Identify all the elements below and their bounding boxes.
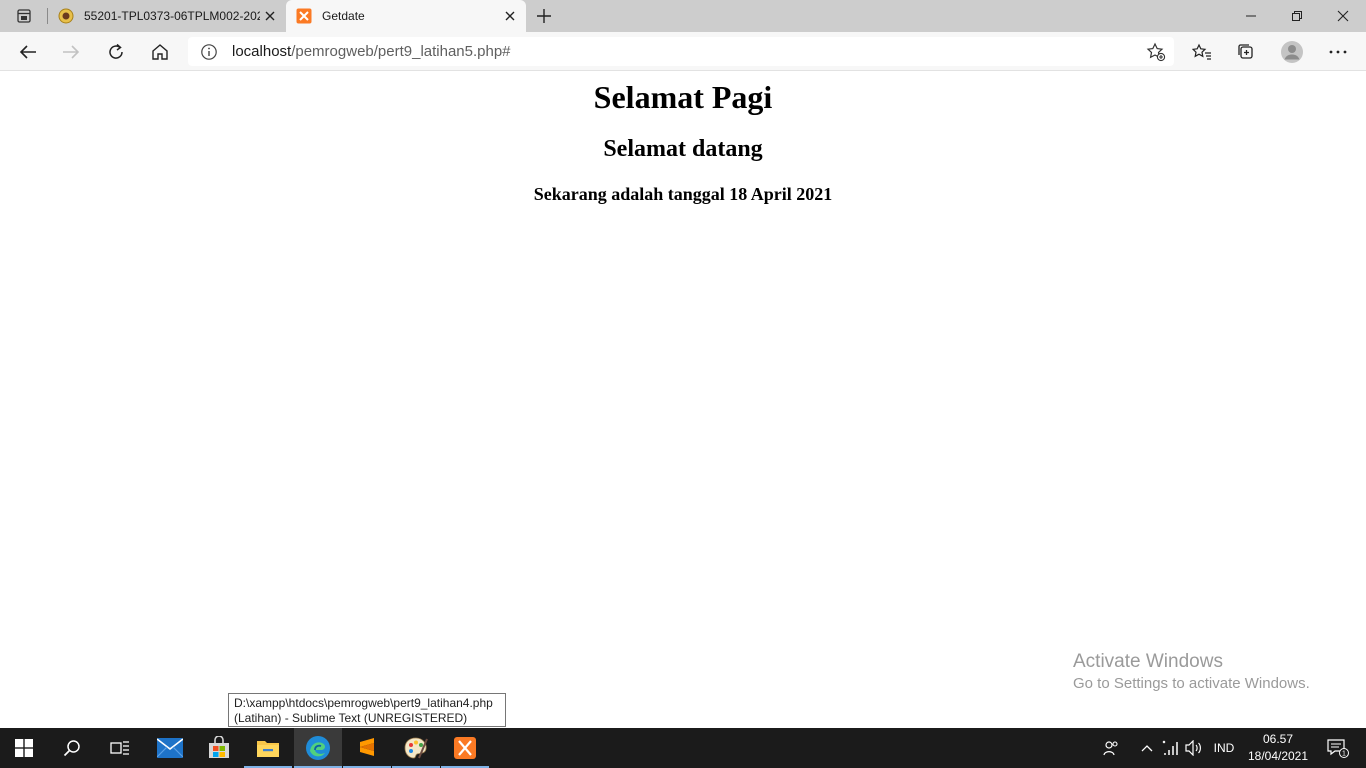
home-button[interactable] [144,36,176,68]
date-heading: Sekarang adalah tanggal 18 April 2021 [533,184,833,204]
clock[interactable]: 06.57 18/04/2021 [1240,731,1316,765]
back-button[interactable] [12,36,44,68]
tab-strip: 55201-TPL0373-06TPLM002-2021 Getdate [0,0,1366,32]
people-icon[interactable] [1099,728,1123,768]
notification-center-icon[interactable]: 1 [1318,728,1358,768]
clock-date: 18/04/2021 [1247,749,1309,763]
taskbar-tooltip: D:\xampp\htdocs\pemrogweb\pert9_latihan4… [228,693,506,727]
tooltip-line-2: (Latihan) - Sublime Text (UNREGISTERED) [234,711,468,725]
search-icon[interactable] [48,728,96,768]
mail-icon[interactable] [146,728,194,768]
close-icon[interactable] [500,6,520,26]
chevron-up-icon[interactable] [1138,728,1156,768]
refresh-button[interactable] [100,36,132,68]
forward-button[interactable] [55,36,87,68]
start-button[interactable] [0,728,48,768]
profile-avatar[interactable] [1276,36,1308,68]
favorites-icon[interactable] [1186,36,1218,68]
welcome-heading: Selamat datang [603,136,763,162]
close-window-button[interactable] [1320,0,1366,32]
sublime-text-icon[interactable] [343,728,391,768]
xampp-icon [296,8,312,24]
more-options-icon[interactable] [1322,36,1354,68]
volume-icon[interactable] [1184,728,1204,768]
page-content: Selamat Pagi Selamat datang Sekarang ada… [0,71,1366,728]
browser-toolbar: localhost/pemrogweb/pert9_latihan5.php# [0,32,1366,71]
paint-icon[interactable] [392,728,440,768]
greeting-heading: Selamat Pagi [593,79,773,115]
store-icon[interactable] [195,728,243,768]
tab-course[interactable]: 55201-TPL0373-06TPLM002-2021 [48,0,286,32]
network-icon[interactable] [1160,728,1180,768]
url-path: /pemrogweb/pert9_latihan5.php# [291,43,511,60]
file-explorer-icon[interactable] [244,728,292,768]
new-tab-button[interactable] [533,5,555,27]
watermark-subtitle: Go to Settings to activate Windows. [1073,675,1310,692]
add-favorite-icon[interactable] [1146,42,1166,62]
edge-icon[interactable] [294,728,342,768]
windows-logo-icon [15,739,33,757]
watermark-title: Activate Windows [1073,651,1223,672]
notification-count: 1 [1342,751,1346,758]
tooltip-line-1: D:\xampp\htdocs\pemrogweb\pert9_latihan4… [234,696,493,710]
taskbar: IND 06.57 18/04/2021 1 [0,728,1366,768]
restore-button[interactable] [1274,0,1320,32]
url-text[interactable]: localhost/pemrogweb/pert9_latihan5.php# [232,43,511,60]
tab-actions-icon[interactable] [10,6,38,26]
language-indicator[interactable]: IND [1208,728,1240,768]
url-host: localhost [232,43,292,60]
clock-time: 06.57 [1262,732,1294,746]
collections-icon[interactable] [1230,36,1262,68]
university-seal-icon [58,8,74,24]
close-icon[interactable] [260,6,280,26]
tab-getdate[interactable]: Getdate [286,0,526,32]
tab-title: 55201-TPL0373-06TPLM002-2021 [84,9,260,23]
address-bar[interactable]: localhost/pemrogweb/pert9_latihan5.php# [188,37,1174,66]
minimize-button[interactable] [1228,0,1274,32]
tab-title: Getdate [322,9,365,23]
activate-windows-watermark: Activate Windows Go to Settings to activ… [1073,651,1310,694]
xampp-taskbar-icon[interactable] [441,728,489,768]
info-icon[interactable] [200,43,218,61]
task-view-icon[interactable] [96,728,144,768]
